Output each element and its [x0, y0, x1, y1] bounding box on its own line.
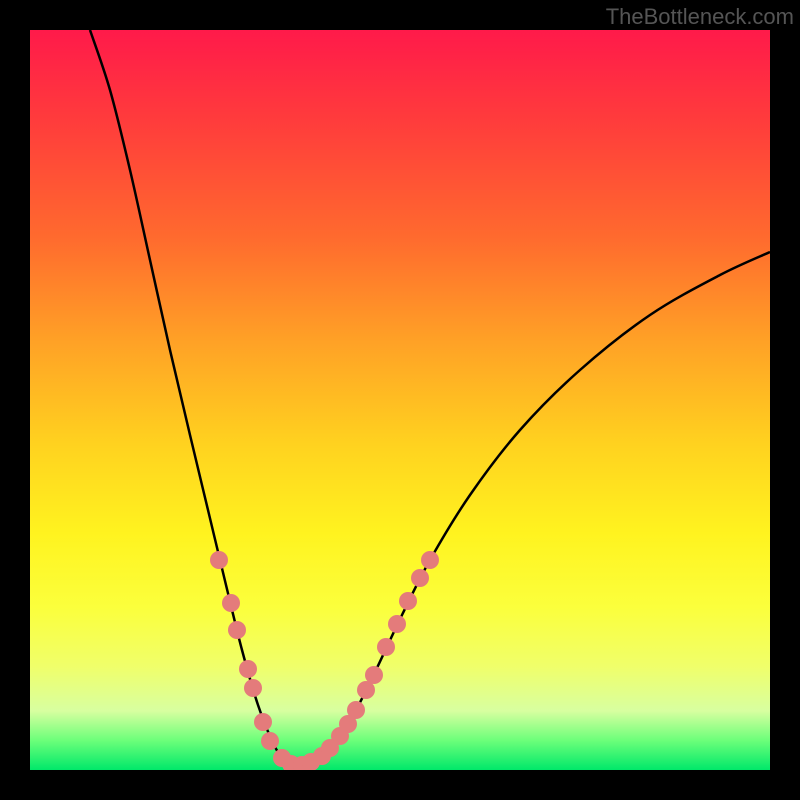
marker-point: [388, 615, 406, 633]
marker-point: [421, 551, 439, 569]
marker-point: [239, 660, 257, 678]
marker-point: [210, 551, 228, 569]
marker-point: [411, 569, 429, 587]
marker-point: [254, 713, 272, 731]
plot-area: [30, 30, 770, 770]
chart-frame: TheBottleneck.com: [0, 0, 800, 800]
marker-point: [347, 701, 365, 719]
marker-point: [244, 679, 262, 697]
marker-point: [377, 638, 395, 656]
marker-point: [222, 594, 240, 612]
marker-point: [399, 592, 417, 610]
chart-svg: [30, 30, 770, 770]
marker-point: [365, 666, 383, 684]
left-branch-curve: [90, 30, 295, 765]
marker-point: [228, 621, 246, 639]
watermark-text: TheBottleneck.com: [606, 4, 794, 30]
marker-point: [261, 732, 279, 750]
